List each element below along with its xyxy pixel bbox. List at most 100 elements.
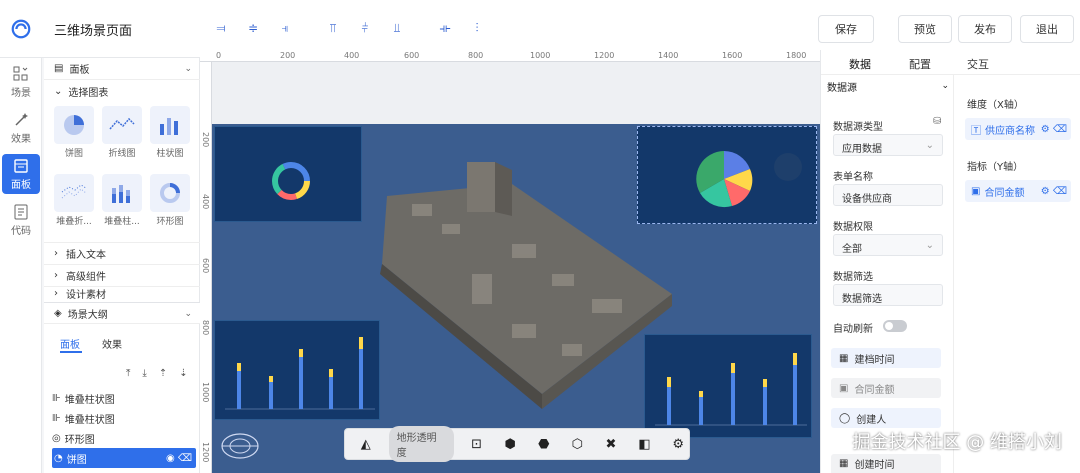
chart-tile-stacked-bar[interactable]: 堆叠柱... <box>100 174 144 230</box>
field-chip[interactable]: ▦ 创建时间 <box>831 454 941 473</box>
rail-item-scene[interactable]: 场景 <box>2 62 40 102</box>
source-type-select[interactable]: 应用数据 ⌄ <box>833 134 943 156</box>
align-right-icon[interactable]: ⫣ <box>276 20 294 36</box>
outline-tab-panel[interactable]: 面板 <box>60 336 80 351</box>
cube-side-icon[interactable]: ⬣ <box>533 433 555 455</box>
stacked-bar-panel-left[interactable] <box>214 320 380 420</box>
outline-item-selected[interactable]: ◔ 饼图 ◉ ⌫ <box>52 448 196 468</box>
toggle-knob <box>885 322 893 330</box>
focus-icon[interactable]: ⊡ <box>466 433 488 455</box>
outline-item[interactable]: ⊪ 堆叠柱状图 <box>52 408 196 428</box>
align-center-h-icon[interactable]: ≑ <box>244 20 262 36</box>
config-panel: 数据 配置 交互 数据源 ⌄ 数据源类型 ⛁ 应用数据 ⌄ 表单名称 设备供应商 … <box>820 50 1080 473</box>
ruler-tick: 1800 <box>786 51 807 60</box>
form-name-label: 表单名称 <box>833 172 873 183</box>
terrain-opacity-slider[interactable]: 地形透明度 <box>388 426 454 462</box>
select-chart-header[interactable]: ⌄ 选择图表 <box>44 80 200 102</box>
field-chip[interactable]: ◯ 创建人 <box>831 408 941 428</box>
preview-button[interactable]: 预览 <box>898 15 952 43</box>
align-top-icon[interactable]: ⫪ <box>324 20 342 36</box>
tab-config[interactable]: 配置 <box>909 56 931 72</box>
field-chip[interactable]: ▣ 合同金额 <box>831 378 941 398</box>
save-button[interactable]: 保存 <box>818 15 874 43</box>
pie-chart-panel[interactable] <box>637 126 817 224</box>
distribute-v-icon[interactable]: ⫶ <box>468 20 486 36</box>
cube-top-icon[interactable]: ⬡ <box>567 433 589 455</box>
rail-item-panel[interactable]: 面板 <box>2 154 40 194</box>
exit-button[interactable]: 退出 <box>1020 15 1074 43</box>
filter-button[interactable]: 数据筛选 <box>833 284 943 306</box>
distribute-h-icon[interactable]: ⟛ <box>436 20 454 36</box>
align-bottom-icon[interactable]: ⫫ <box>388 20 406 36</box>
rail-item-effect[interactable]: 效果 <box>2 108 40 148</box>
rail-label-effect: 效果 <box>11 133 31 145</box>
chevron-right-icon: › <box>54 288 58 299</box>
ring-chart-panel[interactable] <box>214 126 362 222</box>
outline-item[interactable]: ⊪ 堆叠柱状图 <box>52 388 196 408</box>
move-top-icon[interactable]: ⤒ <box>126 368 130 379</box>
rail-label-code: 代码 <box>11 225 31 237</box>
tab-data[interactable]: 数据 <box>849 56 871 72</box>
section-design[interactable]: › 设计素材 <box>44 286 200 300</box>
outline-tab-effect[interactable]: 效果 <box>102 336 122 351</box>
dimension-chip[interactable]: 🅃 供应商名称 ⚙ ⌫ <box>965 118 1071 140</box>
scene-stage[interactable] <box>212 124 820 473</box>
settings-delete-icons[interactable]: ⚙ ⌫ <box>1041 124 1067 135</box>
ring-chart <box>272 162 310 200</box>
metric-chip[interactable]: ▣ 合同金额 ⚙ ⌫ <box>965 180 1071 202</box>
pie-chart <box>696 151 802 208</box>
chart-tile-line[interactable]: 折线图 <box>100 106 144 162</box>
dimension-value: 供应商名称 <box>985 125 1035 137</box>
section-insert-text[interactable]: › 插入文本 <box>44 242 200 264</box>
terrain-icon[interactable]: ◭ <box>355 433 377 455</box>
permission-select[interactable]: 全部 ⌄ <box>833 234 943 256</box>
section-label: 设计素材 <box>66 290 106 300</box>
ruler-tick: 600 <box>404 51 420 60</box>
chart-tile-pie[interactable]: 饼图 <box>52 106 96 162</box>
compass-logo-icon <box>221 433 259 459</box>
visibility-icon[interactable]: ◉ ⌫ <box>166 453 192 464</box>
chevron-down-icon: ⌄ <box>925 240 934 251</box>
datasource-section-header[interactable]: 数据源 ⌄ <box>827 76 953 96</box>
bar-chart-icon <box>160 118 178 135</box>
move-bottom-icon[interactable]: ⤓ <box>142 368 146 379</box>
select-chart-label: 选择图表 <box>68 87 109 99</box>
chart-tile-label: 折线图 <box>108 149 136 159</box>
cross-icon[interactable]: ✖ <box>600 433 622 455</box>
chart-tile-stacked-line[interactable]: 堆叠折... <box>52 174 96 230</box>
align-middle-v-icon[interactable]: ⫩ <box>356 20 374 36</box>
sort-down-icon[interactable]: ⇣ <box>179 368 187 379</box>
tab-divider <box>821 74 1080 75</box>
stacked-bar-chart <box>655 353 807 426</box>
settings-icon[interactable]: ⚙ <box>667 433 689 455</box>
settings-delete-icons[interactable]: ⚙ ⌫ <box>1041 186 1067 197</box>
tab-interaction[interactable]: 交互 <box>967 56 989 72</box>
sort-up-icon[interactable]: ⇡ <box>159 368 167 379</box>
dimension-label: 维度（X轴） <box>967 100 1024 111</box>
stacked-bar-panel-right[interactable] <box>644 334 812 438</box>
align-left-icon[interactable]: ⫤ <box>212 20 230 36</box>
database-icon[interactable]: ⛁ <box>933 116 941 127</box>
cube-front-icon[interactable]: ⬢ <box>499 433 521 455</box>
field-chip[interactable]: ▦ 建档时间 <box>831 348 941 368</box>
tower-building <box>467 162 495 212</box>
chart-tile-bar[interactable]: 柱状图 <box>148 106 192 162</box>
chart-tile-ring[interactable]: 环形图 <box>148 174 192 230</box>
form-name-input[interactable]: 设备供应商 <box>833 184 943 206</box>
panel-header[interactable]: ▤ 面板 ⌄ <box>44 58 200 80</box>
publish-button[interactable]: 发布 <box>958 15 1012 43</box>
ruler-tick: 400 <box>344 51 360 60</box>
outline-header[interactable]: ◈ 场景大纲 ⌄ <box>44 302 200 324</box>
datasource-label: 数据源 <box>827 82 857 94</box>
auto-refresh-toggle[interactable] <box>883 320 907 332</box>
section-advanced[interactable]: › 高级组件 <box>44 264 200 286</box>
align-toolbar: ⫤ ≑ ⫣ ⫪ ⫩ ⫫ ⟛ ⫶ <box>212 20 486 36</box>
outline-item[interactable]: ◎ 环形图 <box>52 428 196 448</box>
panel-header-icon: ▤ <box>54 63 64 74</box>
split-view-icon[interactable]: ◧ <box>634 433 656 455</box>
field-chip-label: 创建时间 <box>854 460 895 471</box>
ruler-vertical: 200 400 600 800 1000 1200 <box>200 62 212 473</box>
ruler-tick: 1600 <box>722 51 743 60</box>
rail-item-code[interactable]: 代码 <box>2 200 40 240</box>
ring-chart-icon <box>160 183 180 203</box>
